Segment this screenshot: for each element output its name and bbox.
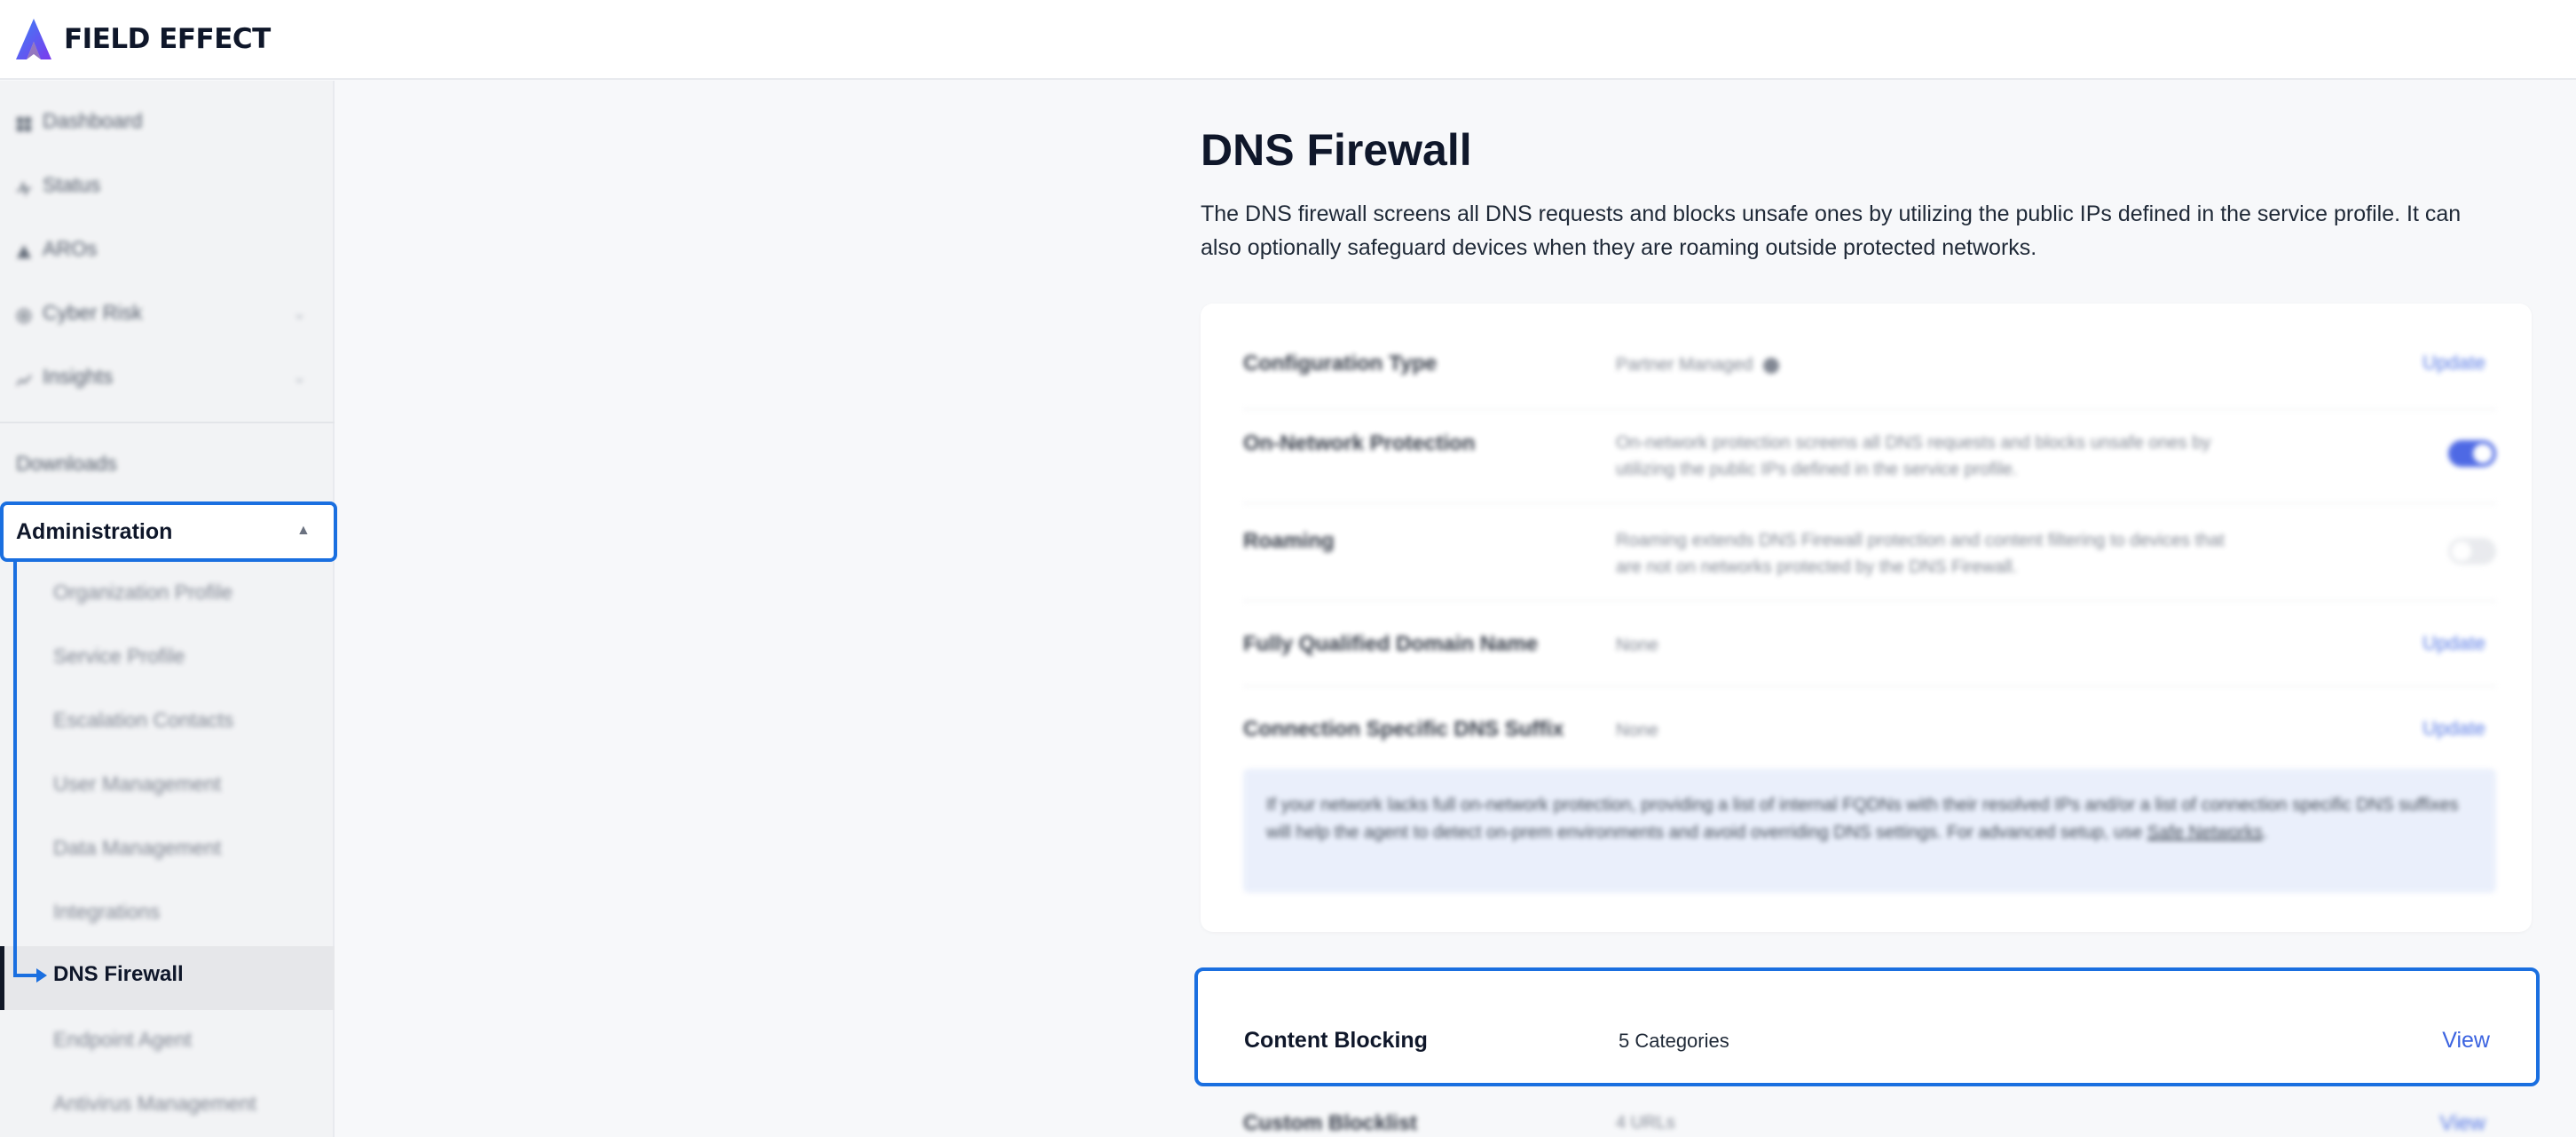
sidebar-item-downloads[interactable]: Downloads — [16, 452, 117, 476]
row-value: Roaming extends DNS Firewall protection … — [1616, 531, 2225, 577]
arrow-right-icon — [36, 968, 47, 983]
grid-icon — [16, 114, 32, 131]
config-row-on-network-protection: On-Network Protection On-network protect… — [1243, 431, 2496, 493]
row-value: On-network protection screens all DNS re… — [1616, 433, 2211, 479]
content-blocking-value: 5 Categories — [1619, 1030, 1729, 1052]
sidebar-item-administration[interactable]: Administration ▲ — [0, 501, 337, 562]
dns-config-card: Configuration Type Partner Managed Updat… — [1201, 304, 2532, 932]
sidebar: Dashboard Status AROs Cyber Risk ⌄ Insig… — [0, 81, 337, 1137]
sidebar-subitem-antivirus-management[interactable]: Antivirus Management — [53, 1092, 256, 1116]
sidebar-item-label: Dashboard — [43, 109, 143, 132]
sidebar-item-label: Administration — [16, 518, 173, 544]
chevron-up-icon: ▲ — [296, 523, 311, 538]
row-label: Configuration Type — [1243, 351, 1438, 375]
sidebar-subitem-endpoint-agent[interactable]: Endpoint Agent — [53, 1028, 192, 1052]
sidebar-item-dashboard[interactable]: Dashboard — [16, 109, 143, 133]
sidebar-item-insights[interactable]: Insights — [16, 365, 113, 389]
update-button[interactable]: Update — [2422, 717, 2485, 740]
field-effect-logo-icon — [16, 19, 51, 59]
update-button[interactable]: Update — [2422, 632, 2485, 655]
sidebar-item-cyber-risk[interactable]: Cyber Risk — [16, 301, 142, 325]
info-banner-text: If your network lacks full on-network pr… — [1266, 795, 2459, 842]
info-banner: If your network lacks full on-network pr… — [1243, 769, 2496, 893]
sidebar-active-indicator — [0, 946, 4, 1010]
brand-logo[interactable]: FIELD EFFECT — [14, 17, 271, 61]
row-value: Partner Managed — [1616, 351, 2237, 378]
row-label: Connection Specific DNS Suffix — [1243, 717, 1564, 741]
content-blocking-card: Content Blocking 5 Categories View — [1194, 967, 2540, 1086]
row-divider — [1243, 600, 2496, 602]
brand-name: FIELD EFFECT — [64, 23, 271, 55]
row-divider — [1243, 408, 2496, 410]
safe-networks-link[interactable]: Safe Networks — [2147, 823, 2263, 842]
row-value: None — [1616, 636, 1658, 655]
custom-blocklist-view-button[interactable]: View — [2439, 1111, 2485, 1136]
config-row-dns-suffix: Connection Specific DNS Suffix None Upda… — [1243, 717, 2496, 753]
sidebar-divider — [0, 422, 335, 423]
sidebar-item-label: Status — [43, 173, 101, 196]
sidebar-subitem-integrations[interactable]: Integrations — [53, 900, 160, 924]
sidebar-subitem-user-management[interactable]: User Management — [53, 772, 221, 796]
sidebar-item-label: Insights — [43, 365, 114, 388]
pulse-icon — [16, 178, 32, 196]
on-network-protection-toggle[interactable] — [2448, 440, 2496, 467]
row-divider — [1243, 685, 2496, 687]
tree-connector-line — [13, 562, 17, 975]
sidebar-item-status[interactable]: Status — [16, 173, 100, 197]
alert-icon — [16, 241, 32, 258]
sidebar-item-label: Cyber Risk — [43, 301, 143, 324]
row-label: On-Network Protection — [1243, 431, 1476, 455]
sidebar-subitem-escalation-contacts[interactable]: Escalation Contacts — [53, 708, 233, 732]
info-banner-end: . — [2262, 823, 2268, 842]
sidebar-item-aros[interactable]: AROs — [16, 237, 97, 261]
sidebar-subitem-organization-profile[interactable]: Organization Profile — [53, 580, 232, 604]
top-bar: FIELD EFFECT — [0, 0, 2576, 80]
info-icon[interactable] — [1763, 357, 1780, 374]
sidebar-item-label: AROs — [43, 237, 98, 260]
config-row-fqdn: Fully Qualified Domain Name None Update — [1243, 632, 2496, 667]
config-row-configuration-type: Configuration Type Partner Managed Updat… — [1243, 351, 2496, 387]
chevron-down-icon[interactable]: ⌄ — [293, 368, 306, 387]
config-row-roaming: Roaming Roaming extends DNS Firewall pro… — [1243, 529, 2496, 591]
target-icon — [16, 305, 32, 323]
page-title: DNS Firewall — [1201, 125, 1472, 175]
page-description: The DNS firewall screens all DNS request… — [1201, 201, 2462, 260]
custom-blocklist-label: Custom Blocklist — [1243, 1111, 1418, 1135]
roaming-toggle[interactable] — [2448, 538, 2496, 565]
content-blocking-view-button[interactable]: View — [2442, 1028, 2490, 1054]
custom-blocklist-value: 4 URLs — [1616, 1113, 1675, 1133]
sidebar-subitem-dns-firewall[interactable]: DNS Firewall — [53, 962, 184, 987]
sidebar-subitem-data-management[interactable]: Data Management — [53, 836, 221, 860]
sidebar-subitem-service-profile[interactable]: Service Profile — [53, 644, 185, 668]
row-label: Roaming — [1243, 529, 1335, 553]
row-label: Fully Qualified Domain Name — [1243, 632, 1539, 656]
custom-blocklist-row: Custom Blocklist 4 URLs View — [1201, 1109, 2532, 1137]
chevron-down-icon[interactable]: ⌄ — [293, 304, 306, 323]
content-blocking-label: Content Blocking — [1244, 1028, 1428, 1053]
row-value: None — [1616, 721, 1658, 740]
sidebar-item-label: Downloads — [16, 452, 117, 475]
row-divider — [1243, 502, 2496, 504]
update-button[interactable]: Update — [2422, 351, 2485, 375]
chart-icon — [16, 369, 32, 386]
